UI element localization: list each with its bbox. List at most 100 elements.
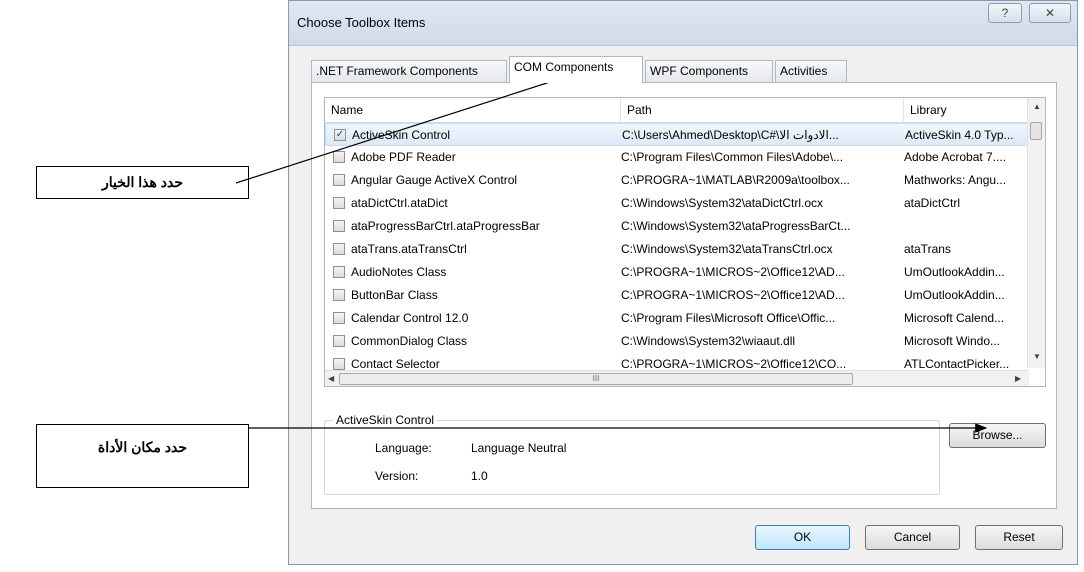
row-library: Microsoft Windo... xyxy=(904,334,1001,348)
row-path: C:\PROGRA~1\MICROS~2\Office12\AD... xyxy=(621,265,845,279)
close-button[interactable]: ✕ xyxy=(1029,3,1071,23)
annotation-select-location: حدد مكان الأداة xyxy=(36,424,249,488)
table-row[interactable]: ataTrans.ataTransCtrl C:\Windows\System3… xyxy=(325,238,1029,261)
table-row[interactable]: ataDictCtrl.ataDict C:\Windows\System32\… xyxy=(325,192,1029,215)
column-header-label: Path xyxy=(627,103,652,117)
row-name: ataTrans.ataTransCtrl xyxy=(351,242,467,256)
row-path: C:\Program Files\Common Files\Adobe\... xyxy=(621,150,844,164)
list-header: Name Path Library xyxy=(325,98,1029,123)
row-library: Adobe Acrobat 7.... xyxy=(904,150,1007,164)
window-title: Choose Toolbox Items xyxy=(297,15,426,30)
row-library: UmOutlookAddin... xyxy=(904,288,1005,302)
column-header-path[interactable]: Path xyxy=(621,98,904,122)
row-checkbox[interactable] xyxy=(333,335,345,347)
reset-button[interactable]: Reset xyxy=(975,525,1063,550)
reset-button-label: Reset xyxy=(1003,530,1035,544)
row-checkbox[interactable]: ✓ xyxy=(334,129,346,141)
row-library: Mathworks: Angu... xyxy=(904,173,1007,187)
row-path: C:\Windows\System32\ataTransCtrl.ocx xyxy=(621,242,833,256)
row-name: ActiveSkin Control xyxy=(352,128,451,142)
row-path: C:\Windows\System32\ataDictCtrl.ocx xyxy=(621,196,824,210)
tab-label: .NET Framework Components xyxy=(316,64,478,78)
row-name: Angular Gauge ActiveX Control xyxy=(351,173,518,187)
title-bar: Choose Toolbox Items ? ✕ xyxy=(289,1,1077,46)
row-checkbox[interactable] xyxy=(333,289,345,301)
table-row[interactable]: Angular Gauge ActiveX Control C:\PROGRA~… xyxy=(325,169,1029,192)
row-name: ataDictCtrl.ataDict xyxy=(351,196,448,210)
language-label: Language: xyxy=(375,441,432,455)
annotation-select-option-text: حدد هذا الخيار xyxy=(101,174,184,190)
close-icon: ✕ xyxy=(1044,6,1056,20)
horizontal-scroll-thumb[interactable]: III xyxy=(339,373,853,385)
row-name: ataProgressBarCtrl.ataProgressBar xyxy=(351,219,540,233)
tab-wpf-components[interactable]: WPF Components xyxy=(645,60,773,82)
scroll-down-icon[interactable]: ▼ xyxy=(1033,352,1041,361)
tab-com-components[interactable]: COM Components xyxy=(509,56,643,83)
row-name: ButtonBar Class xyxy=(351,288,438,302)
row-path: C:\Windows\System32\ataProgressBarCt... xyxy=(621,219,851,233)
scroll-grip-icon: III xyxy=(592,374,600,383)
vertical-scroll-thumb[interactable] xyxy=(1030,122,1042,140)
ok-button[interactable]: OK xyxy=(755,525,850,550)
com-components-panel: Name Path Library ✓ ActiveSkin Control C… xyxy=(311,82,1057,509)
table-row[interactable]: ✓ ActiveSkin Control C:\Users\Ahmed\Desk… xyxy=(325,123,1029,146)
row-checkbox[interactable] xyxy=(333,266,345,278)
details-legend: ActiveSkin Control xyxy=(333,413,438,427)
column-header-label: Library xyxy=(910,103,947,117)
ok-button-label: OK xyxy=(793,530,812,544)
table-row[interactable]: ButtonBar Class C:\PROGRA~1\MICROS~2\Off… xyxy=(325,284,1029,307)
horizontal-scrollbar[interactable]: ◀ III ▶ xyxy=(325,370,1029,386)
version-label: Version: xyxy=(375,469,419,483)
tab-label: Activities xyxy=(780,64,828,78)
components-list[interactable]: Name Path Library ✓ ActiveSkin Control C… xyxy=(324,97,1046,387)
row-library: ataTrans xyxy=(904,242,951,256)
tab-activities[interactable]: Activities xyxy=(775,60,847,82)
row-name: AudioNotes Class xyxy=(351,265,447,279)
row-library: ActiveSkin 4.0 Typ... xyxy=(905,128,1014,142)
column-header-library[interactable]: Library xyxy=(904,98,1029,122)
choose-toolbox-items-dialog: Choose Toolbox Items ? ✕ .NET Framework … xyxy=(288,0,1078,565)
cancel-button-label: Cancel xyxy=(893,530,932,544)
cancel-button[interactable]: Cancel xyxy=(865,525,960,550)
component-details-group: ActiveSkin Control Language: Language Ne… xyxy=(324,413,940,495)
table-row[interactable]: ataProgressBarCtrl.ataProgressBar C:\Win… xyxy=(325,215,1029,238)
help-icon: ? xyxy=(1001,6,1009,20)
row-path: C:\Windows\System32\wiaaut.dll xyxy=(621,334,796,348)
row-checkbox[interactable] xyxy=(333,358,345,370)
row-name: Adobe PDF Reader xyxy=(351,150,456,164)
table-row[interactable]: CommonDialog Class C:\Windows\System32\w… xyxy=(325,330,1029,353)
row-library xyxy=(904,215,1026,238)
row-checkbox[interactable] xyxy=(333,174,345,186)
table-row[interactable]: Adobe PDF Reader C:\Program Files\Common… xyxy=(325,146,1029,169)
row-checkbox[interactable] xyxy=(333,243,345,255)
row-checkbox[interactable] xyxy=(333,312,345,324)
row-library: ataDictCtrl xyxy=(904,196,961,210)
tab-net-framework-components[interactable]: .NET Framework Components xyxy=(311,60,507,82)
column-header-name[interactable]: Name xyxy=(325,98,621,122)
row-path: C:\PROGRA~1\MATLAB\R2009a\toolbox... xyxy=(621,173,850,187)
row-checkbox[interactable] xyxy=(333,197,345,209)
row-path: C:\PROGRA~1\MICROS~2\Office12\AD... xyxy=(621,288,845,302)
annotation-select-option: حدد هذا الخيار xyxy=(36,166,249,199)
scroll-up-icon[interactable]: ▲ xyxy=(1033,102,1041,111)
scroll-left-icon[interactable]: ◀ xyxy=(328,374,334,383)
row-checkbox[interactable] xyxy=(333,220,345,232)
browse-button-label: Browse... xyxy=(972,428,1023,442)
row-checkbox[interactable] xyxy=(333,151,345,163)
row-name: CommonDialog Class xyxy=(351,334,468,348)
version-value: 1.0 xyxy=(471,469,488,483)
browse-button[interactable]: Browse... xyxy=(949,423,1046,448)
vertical-scrollbar[interactable]: ▲ ▼ xyxy=(1027,98,1045,368)
row-library: UmOutlookAddin... xyxy=(904,265,1005,279)
annotation-select-location-text: حدد مكان الأداة xyxy=(97,439,188,455)
column-header-label: Name xyxy=(331,103,364,117)
row-path: C:\Program Files\Microsoft Office\Offic.… xyxy=(621,311,836,325)
language-value: Language Neutral xyxy=(471,441,567,455)
scroll-right-icon[interactable]: ▶ xyxy=(1015,374,1021,383)
row-library: Microsoft Calend... xyxy=(904,311,1005,325)
help-button[interactable]: ? xyxy=(988,3,1022,23)
table-row[interactable]: AudioNotes Class C:\PROGRA~1\MICROS~2\Of… xyxy=(325,261,1029,284)
table-row[interactable]: Calendar Control 12.0 C:\Program Files\M… xyxy=(325,307,1029,330)
row-path: C:\Users\Ahmed\Desktop\C#\الادوات الا... xyxy=(622,128,839,142)
row-name: Calendar Control 12.0 xyxy=(351,311,469,325)
